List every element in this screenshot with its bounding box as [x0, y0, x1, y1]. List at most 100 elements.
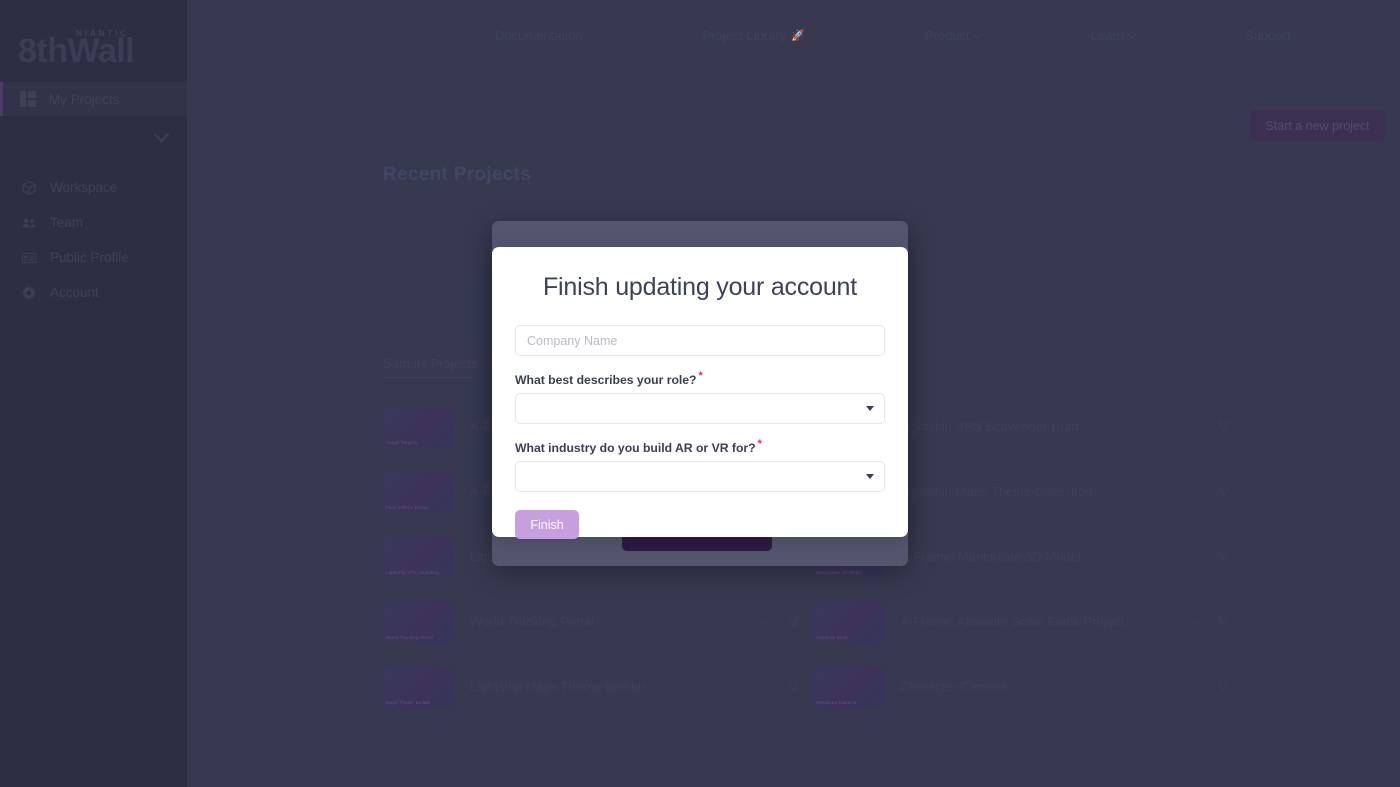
project-row-actions: </>	[1188, 681, 1229, 692]
sidebar: NIANTIC 8thWall My Projects Workspace Te…	[0, 0, 187, 787]
code-icon[interactable]: </>	[758, 617, 770, 627]
sidebar-collapse-toggle[interactable]	[0, 116, 187, 158]
company-name-input[interactable]	[515, 325, 885, 356]
project-thumbnail: Face Effects Demo	[383, 471, 454, 512]
sidebar-nav-primary: My Projects	[0, 82, 187, 116]
page-title-recent-projects: Recent Projects	[383, 164, 532, 185]
project-row-actions: </>	[1188, 551, 1229, 562]
project-thumbnail: Character Camera	[813, 666, 884, 707]
project-thumbnail-caption: Character Camera	[816, 699, 857, 705]
topnav-label: Learn	[1090, 28, 1125, 43]
finish-button[interactable]: Finish	[515, 510, 579, 540]
topnav-label: Support	[1245, 28, 1291, 43]
code-icon[interactable]: </>	[1188, 422, 1200, 432]
finish-account-modal: Finish updating your account What best d…	[492, 247, 908, 540]
project-thumbnail: Maps Theme Builder	[383, 666, 454, 707]
project-row-actions: </>	[1188, 616, 1229, 627]
chevron-down-icon	[1127, 29, 1137, 39]
project-row[interactable]: World Tracking Portal World Tracking Port…	[383, 589, 813, 654]
section-divider	[383, 377, 473, 378]
public-profile-icon	[21, 250, 37, 266]
project-name: Lightship Maps Theme Collection	[900, 484, 1092, 499]
topnav-label: Project Library	[702, 28, 787, 43]
industry-label-text: What industry do you build AR or VR for?	[515, 441, 756, 456]
fork-icon[interactable]	[788, 616, 799, 627]
project-name: World Tracking Portal	[470, 614, 595, 629]
project-thumbnail-caption: Lightship VPS Coaching	[386, 569, 439, 575]
project-thumbnail: World Tracking Portal	[383, 601, 454, 642]
chevron-down-icon	[153, 126, 170, 142]
code-icon[interactable]: </>	[1188, 552, 1200, 562]
code-icon[interactable]: </>	[758, 682, 770, 692]
topnav-item-learn[interactable]: Learn	[1090, 28, 1137, 43]
project-name: Lightship Maps Theme Builder	[470, 679, 646, 694]
grid-icon	[20, 91, 36, 107]
project-row-actions: </>	[1188, 486, 1229, 497]
project-name: Lightship VPS Scavenger Hunt	[900, 419, 1079, 434]
logo[interactable]: NIANTIC 8thWall	[0, 0, 187, 82]
code-icon[interactable]: </>	[1188, 682, 1200, 692]
fork-icon[interactable]	[1218, 681, 1229, 692]
project-row[interactable]: Absolute Scale A-Frame: Absolute Scale Bl…	[813, 589, 1243, 654]
project-row-actions: </>	[758, 616, 799, 627]
fork-icon[interactable]	[1218, 486, 1229, 497]
required-marker: *	[698, 370, 703, 382]
role-label-text: What best describes your role?	[515, 373, 697, 388]
project-thumbnail-caption: World Tracking Portal	[386, 634, 434, 640]
sidebar-nav-secondary: Workspace Team Public Profile Account	[0, 170, 187, 310]
topnav-item-project-library[interactable]: Project Library 🚀	[702, 28, 805, 43]
project-thumbnail: Image Targets	[383, 406, 454, 447]
workspace-icon	[21, 180, 37, 196]
gear-icon	[21, 285, 37, 301]
project-thumbnail-caption: Face Effects Demo	[386, 504, 428, 510]
topnav-label: Product	[924, 28, 970, 43]
code-icon[interactable]: </>	[1188, 487, 1200, 497]
team-icon	[21, 215, 37, 231]
project-row[interactable]: Character Camera Character Camera </>	[813, 654, 1243, 719]
fork-icon[interactable]	[788, 681, 799, 692]
sidebar-item-account[interactable]: Account	[0, 275, 187, 310]
start-new-project-button[interactable]: Start a new project	[1250, 110, 1385, 141]
app-root: NIANTIC 8thWall My Projects Workspace Te…	[0, 0, 1400, 787]
fork-icon[interactable]	[1218, 616, 1229, 627]
section-title-sample-projects: Sample Projects	[383, 356, 478, 371]
project-thumbnail: Absolute Scale	[813, 601, 884, 642]
code-icon[interactable]: </>	[1188, 617, 1200, 627]
chevron-down-icon	[973, 29, 983, 39]
topnav-item-support[interactable]: Support	[1245, 28, 1291, 43]
rocket-icon: 🚀	[791, 30, 805, 42]
modal-title: Finish updating your account	[542, 273, 858, 301]
sidebar-item-team[interactable]: Team	[0, 205, 187, 240]
sidebar-item-label: Public Profile	[50, 250, 129, 265]
project-thumbnail-caption: Maps Theme Builder	[386, 699, 432, 705]
industry-select[interactable]	[515, 461, 885, 493]
sidebar-item-label: Workspace	[50, 180, 118, 195]
required-marker: *	[757, 438, 762, 451]
project-name: Character Camera	[900, 679, 1007, 694]
topnav-item-documentation[interactable]: Documentation	[495, 28, 582, 43]
role-field-label: What best describes your role? *	[515, 370, 885, 387]
topnav-item-product[interactable]: Product	[924, 28, 983, 43]
project-row-actions: </>	[1188, 421, 1229, 432]
project-row-actions: </>	[758, 681, 799, 692]
sidebar-item-public-profile[interactable]: Public Profile	[0, 240, 187, 275]
sidebar-item-label: My Projects	[49, 91, 120, 107]
project-thumbnail-caption: Image Targets	[386, 439, 418, 445]
sidebar-item-label: Account	[50, 285, 99, 300]
fork-icon[interactable]	[1218, 421, 1229, 432]
logo-parent-niantic: NIANTIC	[76, 28, 129, 38]
logo-brand-8thwall: 8thWall	[18, 32, 135, 70]
project-name: A-Frame: Manipulate 3D Model	[900, 549, 1081, 564]
project-name: A-Frame: Absolute Scale Blank Project	[900, 614, 1124, 629]
topnav-label: Documentation	[495, 28, 583, 43]
sidebar-item-workspace[interactable]: Workspace	[0, 170, 187, 205]
sidebar-item-my-projects[interactable]: My Projects	[0, 82, 187, 116]
sidebar-item-label: Team	[50, 215, 84, 230]
project-thumbnail-caption: Absolute Scale	[816, 634, 849, 640]
top-navigation: Documentation Project Library 🚀 Product …	[187, 0, 1400, 74]
project-row[interactable]: Maps Theme Builder Lightship Maps Theme B…	[383, 654, 813, 719]
role-select[interactable]	[515, 393, 885, 425]
project-thumbnail: Lightship VPS Coaching	[383, 536, 454, 577]
fork-icon[interactable]	[1218, 551, 1229, 562]
project-thumbnail-caption: Manipulate 3D Model	[816, 569, 863, 575]
